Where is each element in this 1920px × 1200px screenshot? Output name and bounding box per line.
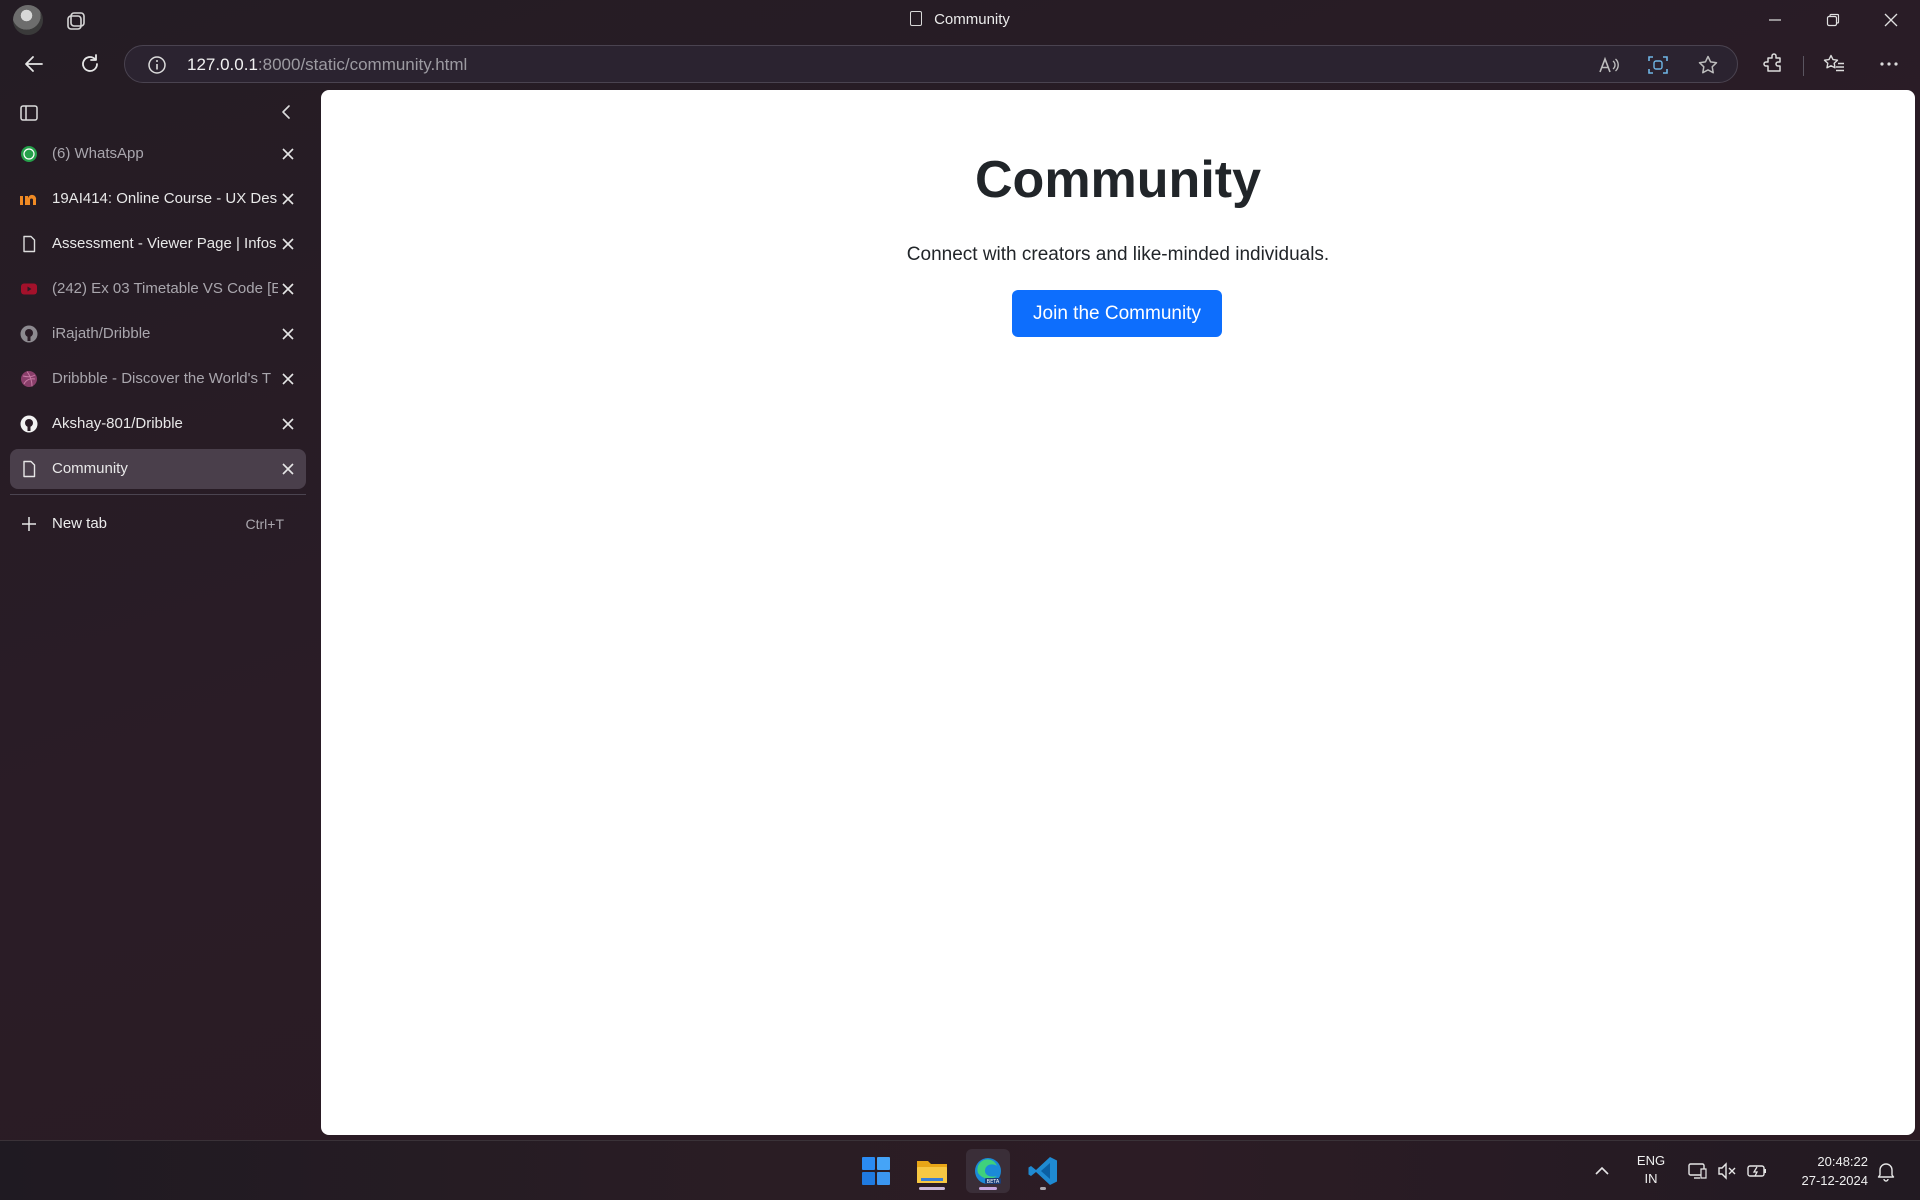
file-explorer-app[interactable] [910,1149,954,1193]
clock-date: 27-12-2024 [1801,1173,1869,1188]
youtube-icon [20,280,38,298]
tab-label: (242) Ex 03 Timetable VS Code [E [52,280,278,297]
url-path: :8000/static/community.html [257,55,468,74]
favorite-star-icon[interactable] [1697,54,1719,76]
close-tab-icon[interactable] [280,281,296,297]
back-button[interactable] [20,50,48,78]
region-code: IN [1644,1171,1658,1186]
close-tab-icon[interactable] [280,461,296,477]
system-clock[interactable]: 20:48:22 27-12-2024 [1778,1152,1869,1190]
address-bar[interactable]: 127.0.0.1:8000/static/community.html [124,45,1738,83]
in-logo-icon [20,190,38,208]
tab-label: 19AI414: Online Course - UX Des [52,190,278,207]
tab-item[interactable]: (6) WhatsApp [10,134,306,174]
start-button[interactable] [854,1149,898,1193]
page-icon [910,11,923,26]
more-options-icon[interactable] [1878,53,1900,75]
vscode-icon [1028,1157,1057,1185]
window-controls [1746,0,1920,40]
title-bar: Community [0,0,1920,40]
github-icon [20,415,38,433]
restore-button[interactable] [1804,0,1862,40]
tab-label: (6) WhatsApp [52,145,144,162]
tab-item[interactable]: Dribbble - Discover the World's T [10,359,306,399]
extensions-icon[interactable] [1763,53,1785,75]
close-tab-icon[interactable] [280,371,296,387]
favorites-icon[interactable] [1823,53,1845,75]
read-aloud-icon[interactable] [1597,54,1619,76]
close-tab-icon[interactable] [280,236,296,252]
plus-icon [20,515,38,533]
restore-icon [1826,13,1840,27]
taskbar: BETA ENG IN 20:48:22 27-12-2024 [0,1140,1920,1200]
vertical-tabs-sidebar: (6) WhatsApp 19AI414: Online Course - UX… [0,90,318,1140]
new-tab-label: New tab [52,515,108,532]
page-title: Community [975,151,1261,209]
folder-icon [917,1161,947,1183]
clock-time: 20:48:22 [1817,1154,1868,1169]
tab-label: iRajath/Dribble [52,325,151,342]
minimize-icon [1769,19,1781,21]
close-tab-icon[interactable] [280,146,296,162]
edge-beta-icon: BETA [975,1158,1001,1185]
page-icon [20,460,38,478]
page-subtitle: Connect with creators and like-minded in… [906,244,1330,265]
tab-label: Assessment - Viewer Page | Infos [52,235,277,252]
collapse-sidebar-icon[interactable] [278,103,296,121]
tab-item[interactable]: Akshay-801/Dribble [10,404,306,444]
page-icon [20,235,38,253]
network-icon[interactable] [1686,1160,1708,1182]
window-title-text: Community [934,11,1010,28]
tab-item[interactable]: Assessment - Viewer Page | Infos [10,224,306,264]
close-window-button[interactable] [1862,0,1920,40]
tab-label: Akshay-801/Dribble [52,415,183,432]
running-indicator [1040,1187,1046,1190]
refresh-button[interactable] [76,50,104,78]
join-community-button[interactable]: Join the Community [1012,290,1222,337]
tab-item[interactable]: (242) Ex 03 Timetable VS Code [E [10,269,306,309]
tab-item[interactable]: 19AI414: Online Course - UX Des [10,179,306,219]
active-indicator [979,1187,997,1190]
github-icon [20,325,38,343]
close-tab-icon[interactable] [280,416,296,432]
toolbar-divider [1803,56,1804,76]
back-arrow-icon [25,56,43,72]
vscode-app[interactable] [1021,1149,1065,1193]
edge-beta-app[interactable]: BETA [966,1149,1010,1193]
volume-muted-icon[interactable] [1716,1160,1738,1182]
screenshot-icon[interactable] [1647,54,1669,76]
page-viewport: Community Connect with creators and like… [321,90,1915,1135]
windows-logo-icon [862,1157,890,1185]
running-indicator [919,1187,945,1190]
new-tab-button[interactable]: New tab Ctrl+T [10,504,306,544]
sidebar-header [0,90,318,134]
minimize-button[interactable] [1746,0,1804,40]
svg-text:BETA: BETA [987,1179,1000,1185]
new-tab-shortcut: Ctrl+T [245,516,285,532]
tab-actions-icon[interactable] [19,103,39,123]
notifications-bell-icon[interactable] [1875,1160,1897,1182]
url-host: 127.0.0.1 [187,55,258,74]
sidebar-divider [10,494,306,495]
tab-item-active[interactable]: Community [10,449,306,489]
tab-label: Community [52,460,128,477]
refresh-icon [82,54,98,72]
browser-toolbar: 127.0.0.1:8000/static/community.html [0,40,1920,88]
input-language[interactable]: ENG IN [1632,1152,1670,1188]
tab-item[interactable]: iRajath/Dribble [10,314,306,354]
close-tab-icon[interactable] [280,326,296,342]
tab-label: Dribbble - Discover the World's T [52,370,272,387]
site-info-icon[interactable] [147,55,167,75]
whatsapp-icon [20,145,38,163]
show-hidden-icons-icon[interactable] [1591,1160,1613,1182]
window-title: Community [0,11,1920,28]
language-code: ENG [1636,1153,1666,1168]
close-icon [1884,13,1898,27]
url-text[interactable]: 127.0.0.1:8000/static/community.html [187,55,467,75]
dribbble-icon [20,370,38,388]
battery-icon[interactable] [1746,1160,1768,1182]
close-tab-icon[interactable] [280,191,296,207]
